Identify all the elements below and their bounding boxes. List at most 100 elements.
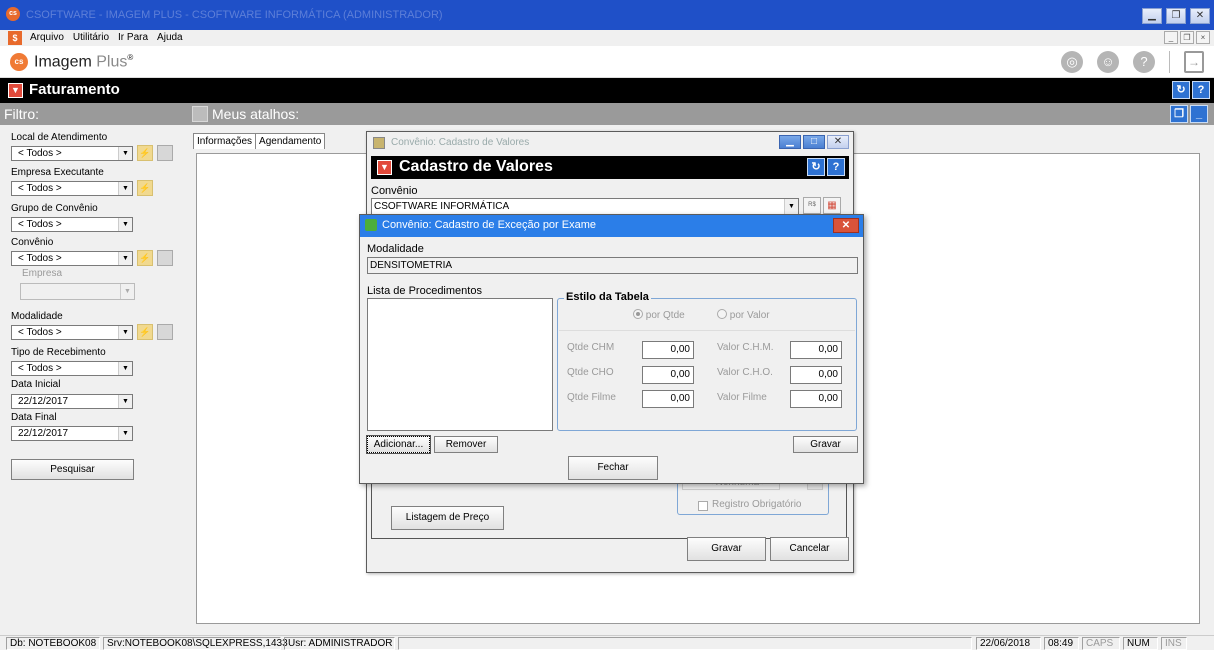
registro-label: Registro Obrigatório (712, 499, 802, 510)
convenio-combo[interactable]: < Todos > ▼ (11, 251, 133, 266)
valor-filme-input[interactable]: 0,00 (790, 390, 842, 408)
status-bar: Db: NOTEBOOK08 Srv:NOTEBOOK08\SQLEXPRESS… (0, 635, 1214, 650)
brand-bar: cs Imagem Plus® ◎ ☺ ? → (0, 46, 1214, 78)
menu-arquivo[interactable]: Arquivo (30, 32, 64, 43)
adicionar-button[interactable]: Adicionar... (366, 435, 431, 454)
lightning-icon[interactable]: ⚡ (137, 145, 153, 161)
gravar-excecao-button[interactable]: Gravar (793, 436, 858, 453)
chevron-down-icon[interactable]: ▼ (118, 147, 132, 160)
dialog-close-button[interactable]: ✕ (827, 135, 849, 149)
mdi-minimize-button[interactable]: _ (1164, 31, 1178, 44)
dialog-header-title: Cadastro de Valores (399, 158, 553, 175)
chevron-down-icon[interactable]: ▼ (118, 252, 132, 265)
tab-informacoes[interactable]: Informações (193, 133, 257, 149)
qtde-filme-input[interactable]: 0,00 (642, 390, 694, 408)
data-final-field[interactable]: 22/12/2017 ▼ (11, 426, 133, 441)
dialog-maximize-button[interactable]: □ (803, 135, 825, 149)
empresa-exec-combo[interactable]: < Todos > ▼ (11, 181, 133, 196)
close-button[interactable]: ✕ (1190, 8, 1210, 24)
minimize-panel-icon[interactable]: _ (1190, 105, 1208, 123)
local-combo[interactable]: < Todos > ▼ (11, 146, 133, 161)
chevron-down-icon[interactable]: ▼ (118, 395, 132, 408)
convenio-combo[interactable]: CSOFTWARE INFORMÁTICA ▼ (371, 198, 799, 215)
por-qtde-option[interactable]: por Qtde (633, 309, 685, 321)
modalidade-label: Modalidade (367, 243, 424, 255)
por-valor-option[interactable]: por Valor (717, 309, 770, 321)
cancelar-button[interactable]: Cancelar (770, 537, 849, 561)
refresh-icon[interactable]: ↻ (807, 158, 825, 176)
list-icon[interactable] (157, 145, 173, 161)
dialog-minimize-button[interactable]: ▁ (779, 135, 801, 149)
empresa-combo[interactable]: ▼ (20, 283, 135, 300)
help-button[interactable]: ? (827, 158, 845, 176)
chevron-down-icon[interactable]: ▼ (118, 218, 132, 231)
listagem-preco-button[interactable]: Listagem de Preço (391, 506, 504, 530)
gravar-button[interactable]: Gravar (687, 537, 766, 561)
data-inicial-field[interactable]: 22/12/2017 ▼ (11, 394, 133, 409)
fechar-button[interactable]: Fechar (568, 456, 658, 480)
tipo-combo[interactable]: < Todos > ▼ (11, 361, 133, 376)
modalidade-combo[interactable]: < Todos > ▼ (11, 325, 133, 340)
valor-chm-label: Valor C.H.M. (717, 342, 774, 353)
dialog-app-icon (373, 137, 385, 149)
minimize-button[interactable]: ▁ (1142, 8, 1162, 24)
exit-icon[interactable]: → (1184, 51, 1204, 73)
group-divider (559, 330, 855, 331)
valor-cho-label: Valor C.H.O. (717, 367, 773, 378)
data-inicial-value: 22/12/2017 (18, 396, 69, 407)
price-table-icon[interactable]: R$ (803, 197, 821, 214)
module-title: Faturamento (29, 81, 120, 98)
module-icon: ▼ (8, 83, 23, 98)
chevron-down-icon[interactable]: ▼ (784, 199, 798, 214)
globe-icon[interactable]: ◎ (1061, 51, 1083, 73)
lightning-icon[interactable]: ⚡ (137, 180, 153, 196)
menu-utilitario[interactable]: Utilitário (73, 32, 109, 43)
window-title: CSOFTWARE - IMAGEM PLUS - CSOFTWARE INFO… (26, 9, 443, 21)
status-caps: CAPS (1082, 637, 1120, 650)
grupo-value: < Todos > (18, 219, 62, 230)
registro-checkbox[interactable] (698, 501, 708, 511)
qtde-cho-input[interactable]: 0,00 (642, 366, 694, 384)
list-icon[interactable] (157, 250, 173, 266)
restore-panel-icon[interactable]: ❐ (1170, 105, 1188, 123)
chevron-down-icon[interactable]: ▼ (118, 182, 132, 195)
mdi-close-button[interactable]: × (1196, 31, 1210, 44)
lista-procedimentos-listbox[interactable] (367, 298, 553, 431)
list-icon[interactable] (157, 324, 173, 340)
valor-chm-input[interactable]: 0,00 (790, 341, 842, 359)
chevron-down-icon[interactable]: ▼ (118, 326, 132, 339)
lightning-icon[interactable]: ⚡ (137, 324, 153, 340)
help-icon[interactable]: ? (1133, 51, 1155, 73)
qtde-chm-input[interactable]: 0,00 (642, 341, 694, 359)
mdi-restore-button[interactable]: ❐ (1180, 31, 1194, 44)
qtde-cho-label: Qtde CHO (567, 367, 614, 378)
por-qtde-label: por Qtde (645, 310, 685, 321)
menu-ir-para[interactable]: Ir Para (118, 32, 148, 43)
valor-cho-input[interactable]: 0,00 (790, 366, 842, 384)
maximize-button[interactable]: ❐ (1166, 8, 1186, 24)
calendar-icon[interactable]: ▦ (823, 197, 841, 214)
grupo-combo[interactable]: < Todos > ▼ (11, 217, 133, 232)
brand-name-main: Imagem (34, 53, 92, 71)
refresh-icon[interactable]: ↻ (1172, 81, 1190, 99)
remover-button[interactable]: Remover (434, 436, 498, 453)
lightning-icon[interactable]: ⚡ (137, 250, 153, 266)
shortcuts-icon (192, 106, 208, 122)
close-icon[interactable]: ✕ (833, 218, 859, 233)
convenio-label: Convênio (11, 237, 54, 248)
estilo-tabela-group: Estilo da Tabela (557, 291, 857, 431)
tab-agendamento[interactable]: Agendamento (256, 133, 326, 149)
por-qtde-radio[interactable] (633, 309, 643, 319)
por-valor-radio[interactable] (717, 309, 727, 319)
module-header-buttons: ↻ ? (1172, 81, 1210, 99)
chevron-down-icon[interactable]: ▼ (120, 284, 134, 299)
qtde-chm-label: Qtde CHM (567, 342, 615, 353)
help-button[interactable]: ? (1192, 81, 1210, 99)
chevron-down-icon[interactable]: ▼ (118, 362, 132, 375)
brand-name-plus: Plus (96, 53, 128, 71)
chevron-down-icon[interactable]: ▼ (118, 427, 132, 440)
menu-app-icon[interactable]: $ (8, 31, 22, 45)
support-agent-icon[interactable]: ☺ (1097, 51, 1119, 73)
menu-ajuda[interactable]: Ajuda (157, 32, 183, 43)
pesquisar-button[interactable]: Pesquisar (11, 459, 134, 480)
